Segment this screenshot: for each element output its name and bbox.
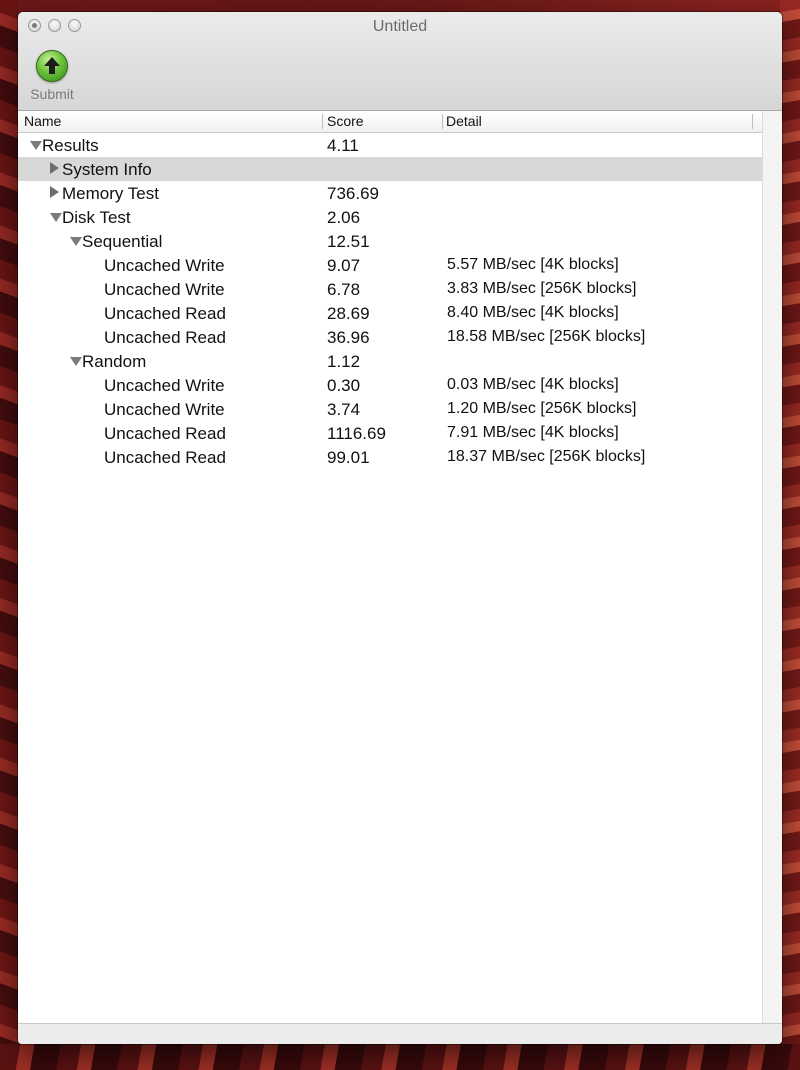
submit-button[interactable]: Submit [26,50,78,102]
column-header-detail[interactable]: Detail [446,113,482,129]
row-detail: 8.40 MB/sec [4K blocks] [447,304,619,321]
app-window: Untitled Submit Name Score Detail Result… [18,12,782,1044]
row-detail: 18.37 MB/sec [256K blocks] [447,448,646,465]
row-name: Uncached Read [104,424,226,443]
row-name: Uncached Write [104,256,225,275]
row-score: 28.69 [327,304,370,323]
results-outline-view[interactable]: Name Score Detail Results 4.11 System Info… [18,111,762,1023]
column-divider[interactable] [752,114,753,129]
submit-label: Submit [30,86,74,102]
disclosure-triangle-collapsed-icon[interactable] [50,162,59,174]
disclosure-triangle-expanded-icon[interactable] [50,213,62,222]
outline-row[interactable]: Uncached Write 6.78 3.83 MB/sec [256K bloc… [18,277,762,301]
row-detail: 18.58 MB/sec [256K blocks] [447,328,646,345]
column-header: Name Score Detail [18,111,762,133]
outline-row[interactable]: Results 4.11 [18,133,762,157]
row-name: Uncached Write [104,376,225,395]
row-name: Disk Test [62,208,131,227]
column-divider[interactable] [322,114,323,129]
row-detail: 1.20 MB/sec [256K blocks] [447,400,637,417]
row-score: 4.11 [327,136,359,155]
row-score: 736.69 [327,184,379,203]
row-score: 1.12 [327,352,361,371]
row-score: 2.06 [327,208,361,227]
row-detail: 5.57 MB/sec [4K blocks] [447,256,619,273]
column-divider[interactable] [442,114,443,129]
row-name: Uncached Write [104,400,225,419]
desktop-wallpaper-bottom [0,1044,800,1070]
row-name: Random [82,352,147,371]
row-score: 6.78 [327,280,361,299]
row-name: Sequential [82,232,163,251]
row-name: Memory Test [62,184,159,203]
upload-arrow-icon [36,50,68,82]
title-bar: Untitled Submit [18,12,782,111]
row-score: 36.96 [327,328,370,347]
column-header-name[interactable]: Name [24,113,61,129]
row-name: Results [42,136,99,155]
row-name: System Info [62,160,152,179]
row-score: 3.74 [327,400,361,419]
outline-row[interactable]: Uncached Read 36.96 18.58 MB/sec [256K blo… [18,325,762,349]
row-score: 0.30 [327,376,361,395]
column-header-score[interactable]: Score [327,113,364,129]
disclosure-triangle-collapsed-icon[interactable] [50,186,59,198]
outline-row[interactable]: Uncached Read 1116.69 7.91 MB/sec [4K bloc… [18,421,762,445]
row-score: 99.01 [327,448,370,467]
outline-row[interactable]: Memory Test 736.69 [18,181,762,205]
window-bottom-bar [18,1023,782,1044]
disclosure-triangle-expanded-icon[interactable] [70,357,82,366]
row-score: 9.07 [327,256,361,275]
outline-row[interactable]: Uncached Write 3.74 1.20 MB/sec [256K bloc… [18,397,762,421]
desktop-wallpaper-left [0,0,18,1070]
outline-row[interactable]: Uncached Write 0.30 0.03 MB/sec [4K blocks… [18,373,762,397]
row-name: Uncached Write [104,280,225,299]
row-score: 12.51 [327,232,370,251]
row-name: Uncached Read [104,448,226,467]
row-name: Uncached Read [104,328,226,347]
outline-row[interactable]: Random 1.12 [18,349,762,373]
outline-rows: Results 4.11 System Info Memory Test 736.69 D… [18,133,762,469]
disclosure-triangle-expanded-icon[interactable] [30,141,42,150]
row-score: 1116.69 [327,424,386,443]
row-detail: 3.83 MB/sec [256K blocks] [447,280,637,297]
scrollbar-track[interactable] [762,111,782,1023]
row-detail: 7.91 MB/sec [4K blocks] [447,424,619,441]
desktop-wallpaper-right [780,0,800,1070]
row-name: Uncached Read [104,304,226,323]
outline-row[interactable]: Disk Test 2.06 [18,205,762,229]
disclosure-triangle-expanded-icon[interactable] [70,237,82,246]
outline-row[interactable]: Sequential 12.51 [18,229,762,253]
outline-row[interactable]: Uncached Read 28.69 8.40 MB/sec [4K blocks… [18,301,762,325]
window-title: Untitled [372,18,428,35]
outline-row[interactable]: System Info [18,157,762,181]
outline-row[interactable]: Uncached Write 9.07 5.57 MB/sec [4K blocks… [18,253,762,277]
row-detail: 0.03 MB/sec [4K blocks] [447,376,619,393]
outline-row[interactable]: Uncached Read 99.01 18.37 MB/sec [256K blo… [18,445,762,469]
